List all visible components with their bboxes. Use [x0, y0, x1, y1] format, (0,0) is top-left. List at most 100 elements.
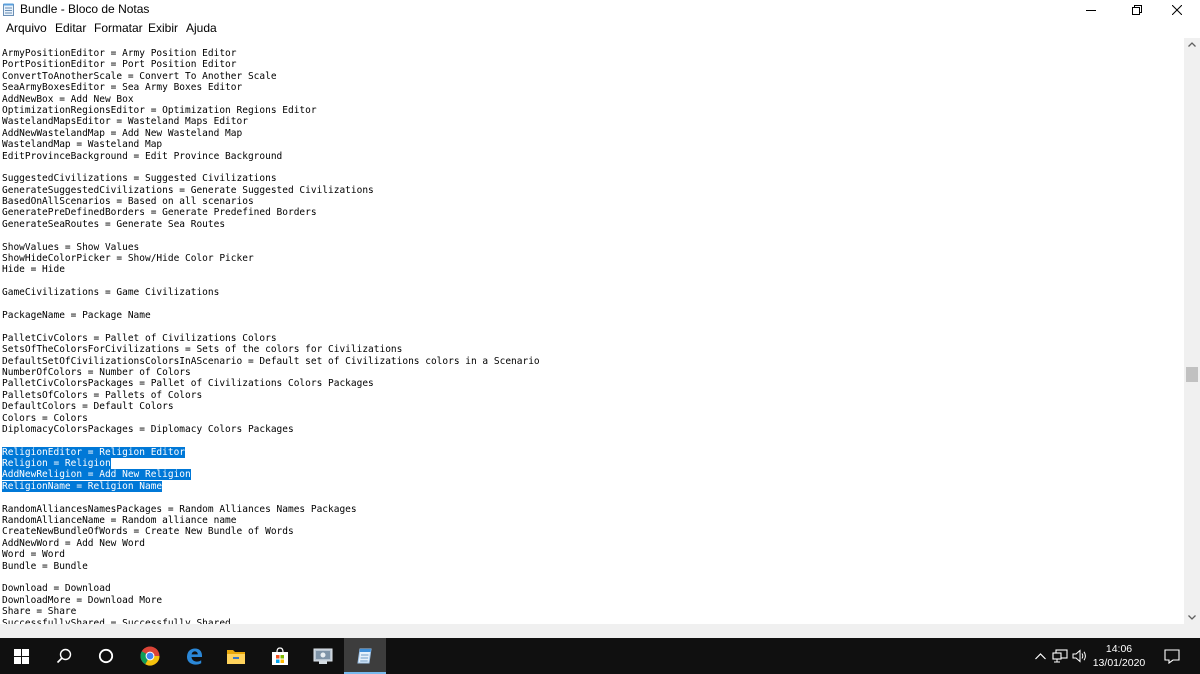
text-line [2, 276, 540, 287]
text-editor[interactable]: ArmyPositionEditor = Army Position Edito… [0, 38, 1184, 624]
text-line-content: ReligionName = Religion Name [2, 480, 163, 492]
vertical-scrollbar[interactable] [1184, 38, 1200, 624]
text-line-content: ReligionEditor = Religion Editor [2, 446, 186, 458]
notepad-icon [357, 648, 372, 664]
text-line: PalletsOfColors = Pallets of Colors [2, 390, 540, 401]
text-line: AddNewBox = Add New Box [2, 94, 540, 105]
text-line-content: SuggestedCivilizations = Suggested Civil… [2, 173, 277, 185]
text-line-content: BasedOnAllScenarios = Based on all scena… [2, 196, 254, 208]
text-line-content: SetsOfTheColorsForCivilizations = Sets o… [2, 344, 403, 356]
text-line-content: PalletCivColors = Pallet of Civilization… [2, 332, 277, 344]
text-line: Share = Share [2, 606, 540, 617]
text-line-content: SeaArmyBoxesEditor = Sea Army Boxes Edit… [2, 82, 243, 94]
text-line-content: Hide = Hide [2, 264, 65, 276]
speaker-icon [1072, 649, 1086, 663]
text-line: PortPositionEditor = Port Position Edito… [2, 59, 540, 70]
text-line-content: OptimizationRegionsEditor = Optimization… [2, 104, 317, 116]
text-line-content: GenerateSuggestedCivilizations = Generat… [2, 184, 374, 196]
text-line: RandomAlliancesNamesPackages = Random Al… [2, 504, 540, 515]
text-line-content: GameCivilizations = Game Civilizations [2, 287, 220, 299]
text-line-content: WastelandMapsEditor = Wasteland Maps Edi… [2, 116, 248, 128]
app-taskbar-item[interactable] [302, 638, 344, 674]
text-line [2, 162, 540, 173]
action-center-button[interactable] [1152, 638, 1192, 674]
text-line-selected: ReligionName = Religion Name [2, 480, 540, 492]
taskbar-clock[interactable]: 14:06 13/01/2020 [1092, 642, 1146, 670]
menu-editar[interactable]: Editar [53, 21, 88, 35]
text-line: WastelandMap = Wasteland Map [2, 139, 540, 150]
store-bag-icon [272, 646, 288, 665]
text-line-content: Download = Download [2, 583, 111, 595]
show-hidden-icons-button[interactable] [1032, 638, 1048, 674]
text-line [2, 492, 540, 503]
text-line-selected: AddNewReligion = Add New Religion [2, 469, 540, 481]
text-line-content: DiplomacyColorsPackages = Diplomacy Colo… [2, 423, 294, 435]
scrollbar-corner [1184, 624, 1200, 638]
text-line-content: DefaultColors = Default Colors [2, 401, 174, 413]
volume-button[interactable] [1071, 638, 1089, 674]
window-title: Bundle - Bloco de Notas [20, 2, 150, 16]
notification-icon [1164, 648, 1180, 664]
scroll-up-icon[interactable] [1184, 38, 1200, 52]
text-line: ShowValues = Show Values [2, 242, 540, 253]
text-line-content: AddNewWastelandMap = Add New Wasteland M… [2, 127, 243, 139]
network-button[interactable] [1050, 638, 1070, 674]
text-line: Hide = Hide [2, 264, 540, 275]
scroll-thumb[interactable] [1186, 367, 1198, 382]
text-line [2, 230, 540, 241]
text-line: BasedOnAllScenarios = Based on all scena… [2, 196, 540, 207]
app-icon [313, 648, 333, 664]
chrome-icon [140, 646, 160, 666]
edge-taskbar-item[interactable] [173, 638, 215, 674]
minimize-icon [1086, 9, 1096, 11]
close-button[interactable] [1154, 0, 1200, 19]
menu-arquivo[interactable]: Arquivo [4, 21, 49, 35]
text-line: AddNewWastelandMap = Add New Wasteland M… [2, 128, 540, 139]
notepad-taskbar-item[interactable] [344, 638, 386, 674]
text-line: DefaultSetOfCivilizationsColorsInAScenar… [2, 356, 540, 367]
text-line: DiplomacyColorsPackages = Diplomacy Colo… [2, 424, 540, 435]
text-line: AddNewWord = Add New Word [2, 538, 540, 549]
chrome-taskbar-item[interactable] [129, 638, 171, 674]
search-icon [56, 648, 72, 664]
text-line [2, 299, 540, 310]
file-explorer-taskbar-item[interactable] [215, 638, 257, 674]
restore-icon [1132, 4, 1142, 15]
text-line-content: AddNewWord = Add New Word [2, 537, 145, 549]
text-line: PalletCivColorsPackages = Pallet of Civi… [2, 378, 540, 389]
text-line: GeneratePreDefinedBorders = Generate Pre… [2, 207, 540, 218]
task-view-button[interactable] [85, 638, 127, 674]
text-line-content: Word = Word [2, 549, 65, 561]
text-line-content: Colors = Colors [2, 412, 88, 424]
chevron-up-icon [1034, 652, 1046, 659]
notepad-app-icon [3, 3, 14, 16]
cortana-circle-icon [98, 648, 114, 664]
edge-icon [187, 648, 202, 665]
scroll-down-icon[interactable] [1184, 610, 1200, 624]
text-line: GenerateSeaRoutes = Generate Sea Routes [2, 219, 540, 230]
text-line-content: RandomAllianceName = Random alliance nam… [2, 515, 237, 527]
text-line: Bundle = Bundle [2, 561, 540, 572]
text-line: SetsOfTheColorsForCivilizations = Sets o… [2, 344, 540, 355]
start-button[interactable] [0, 638, 43, 674]
search-button[interactable] [43, 638, 85, 674]
title-bar[interactable]: Bundle - Bloco de Notas [0, 0, 1200, 19]
text-line: OptimizationRegionsEditor = Optimization… [2, 105, 540, 116]
text-line: WastelandMapsEditor = Wasteland Maps Edi… [2, 116, 540, 127]
store-taskbar-item[interactable] [259, 638, 301, 674]
menu-ajuda[interactable]: Ajuda [184, 21, 219, 35]
text-line-content: ShowValues = Show Values [2, 241, 140, 253]
horizontal-scrollbar[interactable] [0, 624, 1184, 638]
text-line-content: RandomAlliancesNamesPackages = Random Al… [2, 503, 357, 515]
minimize-button[interactable] [1068, 0, 1114, 19]
menu-formatar[interactable]: Formatar [92, 21, 145, 35]
text-line-content: Share = Share [2, 606, 77, 618]
menu-exibir[interactable]: Exibir [146, 21, 180, 35]
clock-date: 13/01/2020 [1092, 657, 1146, 669]
text-line: PalletCivColors = Pallet of Civilization… [2, 333, 540, 344]
text-line: Word = Word [2, 549, 540, 560]
text-line-content: PalletsOfColors = Pallets of Colors [2, 389, 203, 401]
text-line-content: WastelandMap = Wasteland Map [2, 139, 163, 151]
text-line-content: Religion = Religion [2, 458, 111, 470]
text-line: DefaultColors = Default Colors [2, 401, 540, 412]
